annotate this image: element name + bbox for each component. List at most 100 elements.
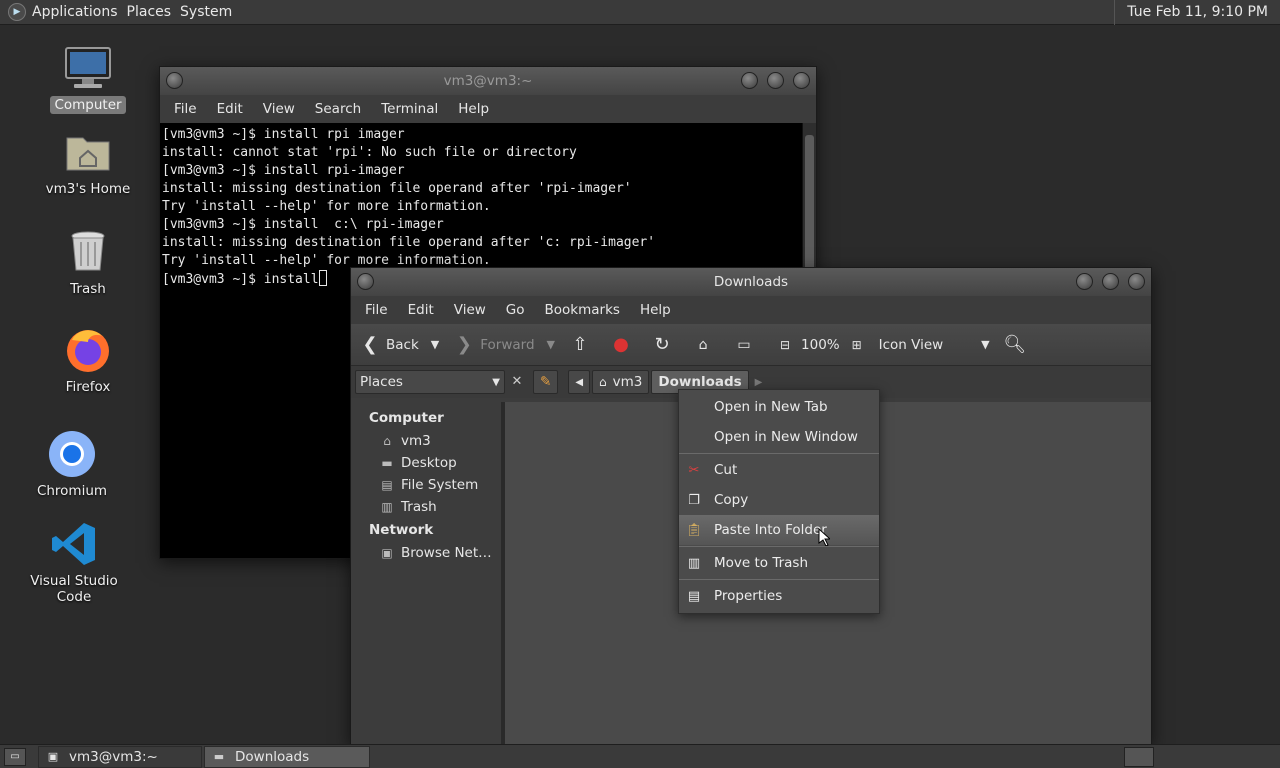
zoom-out-icon[interactable]: ⊟	[774, 334, 796, 356]
menu-file[interactable]: File	[164, 101, 207, 117]
reload-button[interactable]: ↻	[651, 334, 678, 356]
menu-applications[interactable]: Applications	[32, 4, 127, 20]
breadcrumb-left-arrow[interactable]: ◀	[568, 370, 591, 394]
maximize-button[interactable]	[767, 72, 784, 89]
chevron-left-icon: ◀	[575, 376, 584, 388]
network-icon: ▣	[381, 546, 393, 560]
desktop-icon-vscode[interactable]: Visual Studio Code	[14, 520, 134, 606]
close-sidebar-icon[interactable]: ✕	[507, 371, 527, 393]
terminal-cursor	[318, 270, 327, 286]
toggle-location-entry-button[interactable]: ✎	[533, 370, 559, 394]
terminal-line: Try 'install --help' for more informatio…	[162, 199, 491, 214]
search-button[interactable]: 🔍︎	[1003, 334, 1031, 356]
desktop-icon-chromium[interactable]: Chromium	[12, 430, 132, 500]
menu-go[interactable]: Go	[496, 302, 535, 318]
forward-history-dropdown-icon[interactable]: ▼	[547, 338, 555, 351]
menu-view[interactable]: View	[253, 101, 305, 117]
vscode-icon	[50, 520, 98, 568]
up-button[interactable]: ⇧	[569, 334, 596, 356]
terminal-menubar: File Edit View Search Terminal Help	[160, 95, 816, 123]
window-title: vm3@vm3:~	[443, 73, 533, 89]
sidebar-item-file-system[interactable]: ▤ File System	[351, 474, 501, 496]
view-mode-select[interactable]: Icon View ▼	[879, 337, 990, 353]
taskbar-item-terminal[interactable]: ▣ vm3@vm3:~	[38, 745, 202, 768]
menu-item-open-in-new-tab[interactable]: Open in New Tab	[679, 392, 879, 422]
menu-edit[interactable]: Edit	[207, 101, 253, 117]
bottom-panel: ▭ ▣ vm3@vm3:~ ▬ Downloads	[0, 744, 1280, 768]
forward-arrow-icon: ❯	[456, 334, 472, 355]
taskbar-item-downloads[interactable]: ▬ Downloads	[204, 745, 370, 768]
sidebar-item-browse-network[interactable]: ▣ Browse Net…	[351, 542, 501, 564]
firefox-icon	[64, 326, 112, 374]
sidebar-item-desktop[interactable]: ▬ Desktop	[351, 452, 501, 474]
reload-icon: ↻	[654, 334, 670, 355]
close-button[interactable]	[793, 72, 810, 89]
close-button[interactable]	[1128, 273, 1145, 290]
menu-help[interactable]: Help	[448, 101, 499, 117]
desktop-icon-home[interactable]: vm3's Home	[28, 128, 148, 198]
breadcrumb-right-arrow[interactable]: ▶	[755, 377, 763, 388]
context-menu: Open in New Tab Open in New Window ✂ Cut …	[678, 389, 880, 614]
terminal-line: install: missing destination file operan…	[162, 235, 656, 250]
terminal-line: install: cannot stat 'rpi': No such file…	[162, 145, 577, 160]
menu-bookmarks[interactable]: Bookmarks	[535, 302, 630, 318]
zoom-in-icon[interactable]: ⊞	[846, 334, 868, 356]
menu-system[interactable]: System	[180, 4, 241, 20]
computer-button[interactable]: ▭	[733, 334, 760, 356]
stop-button[interactable]: ●	[610, 334, 637, 356]
terminal-icon: ▣	[47, 750, 59, 763]
clock[interactable]: Tue Feb 11, 9:10 PM	[1114, 0, 1280, 25]
menu-view[interactable]: View	[444, 302, 496, 318]
menu-item-properties[interactable]: ▤ Properties	[679, 581, 879, 611]
home-button[interactable]: ⌂	[692, 334, 719, 356]
taskbar-item-label: vm3@vm3:~	[69, 748, 158, 765]
breadcrumb-vm3[interactable]: ⌂ vm3	[592, 370, 650, 394]
menu-help[interactable]: Help	[630, 302, 681, 318]
desktop-icon: ▬	[381, 456, 393, 470]
minimize-button[interactable]	[1076, 273, 1093, 290]
zoom-control[interactable]: ⊟ 100% ⊞	[774, 334, 873, 356]
menu-item-open-in-new-window[interactable]: Open in New Window	[679, 422, 879, 452]
desktop-icon-computer[interactable]: Computer	[28, 44, 148, 114]
scrollbar-thumb[interactable]	[805, 135, 814, 275]
places-sidebar: Computer ⌂ vm3 ▬ Desktop ▤ File System ▥ Tra…	[351, 402, 501, 744]
sidebar-item-label: Browse Net…	[401, 545, 492, 561]
file-manager-titlebar[interactable]: Downloads	[351, 268, 1151, 296]
menu-terminal[interactable]: Terminal	[371, 101, 448, 117]
menu-separator	[679, 579, 879, 580]
menu-item-copy[interactable]: ❐ Copy	[679, 485, 879, 515]
sidebar-item-vm3[interactable]: ⌂ vm3	[351, 430, 501, 452]
workspace-switcher[interactable]	[1124, 747, 1154, 767]
minimize-button[interactable]	[741, 72, 758, 89]
desktop-icon-label: vm3's Home	[45, 181, 131, 197]
menu-item-move-to-trash[interactable]: ▥ Move to Trash	[679, 548, 879, 578]
menu-item-label: Open in New Tab	[714, 399, 828, 415]
menu-item-cut[interactable]: ✂ Cut	[679, 455, 879, 485]
back-button[interactable]: ❮ Back ▼	[359, 334, 439, 356]
sidebar-item-trash[interactable]: ▥ Trash	[351, 496, 501, 518]
back-arrow-icon: ❮	[362, 334, 378, 355]
maximize-button[interactable]	[1102, 273, 1119, 290]
menu-item-paste-into-folder[interactable]: 📋︎ Paste Into Folder	[679, 515, 879, 545]
menu-item-label: Copy	[714, 492, 749, 508]
sidebar-item-label: Trash	[401, 499, 437, 515]
show-desktop-icon[interactable]: ▭	[4, 747, 26, 766]
menu-edit[interactable]: Edit	[398, 302, 444, 318]
menu-places[interactable]: Places	[127, 4, 181, 20]
terminal-line: install: missing destination file operan…	[162, 181, 632, 196]
terminal-titlebar[interactable]: vm3@vm3:~	[160, 67, 816, 95]
window-menu-button[interactable]	[166, 72, 183, 89]
window-menu-button[interactable]	[357, 273, 374, 290]
distro-logo-icon[interactable]: ▶	[8, 3, 26, 21]
menu-search[interactable]: Search	[305, 101, 371, 117]
forward-button[interactable]: ❯ Forward ▼	[453, 334, 555, 356]
desktop-icon-firefox[interactable]: Firefox	[28, 326, 148, 396]
menu-file[interactable]: File	[355, 302, 398, 318]
sidebar-item-label: Desktop	[401, 455, 457, 471]
desktop-icon-trash[interactable]: Trash	[28, 228, 148, 298]
sidebar-item-label: File System	[401, 477, 479, 493]
menu-item-label: Paste Into Folder	[714, 522, 827, 538]
taskbar-item-label: Downloads	[235, 748, 310, 765]
places-selector[interactable]: Places ▼	[355, 370, 505, 394]
back-history-dropdown-icon[interactable]: ▼	[431, 338, 439, 351]
